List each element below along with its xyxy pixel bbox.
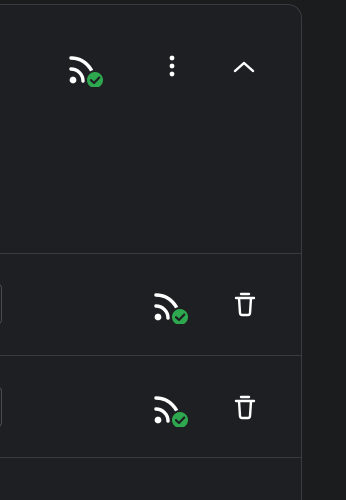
feed-status-button[interactable] — [62, 43, 110, 91]
feed-status-button[interactable] — [146, 383, 196, 431]
app-root — [0, 0, 346, 500]
rss-feed-icon — [154, 396, 190, 427]
delete-feed-button[interactable] — [226, 280, 264, 328]
check-badge-icon — [85, 70, 105, 87]
chevron-up-icon — [233, 61, 255, 73]
rss-feed-icon — [69, 56, 105, 87]
divider — [0, 355, 302, 356]
divider — [0, 457, 302, 458]
feed-row — [0, 357, 302, 457]
trash-icon — [234, 395, 256, 420]
delete-feed-button[interactable] — [226, 383, 264, 431]
feed-status-button[interactable] — [146, 280, 196, 328]
panel-header — [0, 5, 301, 123]
check-badge-icon — [170, 410, 190, 427]
feed-row — [0, 254, 302, 354]
check-badge-icon — [170, 307, 190, 324]
more-vertical-icon — [169, 55, 175, 77]
row-edge-control[interactable] — [0, 387, 2, 427]
row-edge-control[interactable] — [0, 284, 2, 324]
more-options-button[interactable] — [152, 43, 192, 91]
collapse-button[interactable] — [224, 43, 264, 91]
feeds-panel — [0, 4, 302, 500]
rss-feed-icon — [154, 293, 190, 324]
trash-icon — [234, 292, 256, 317]
